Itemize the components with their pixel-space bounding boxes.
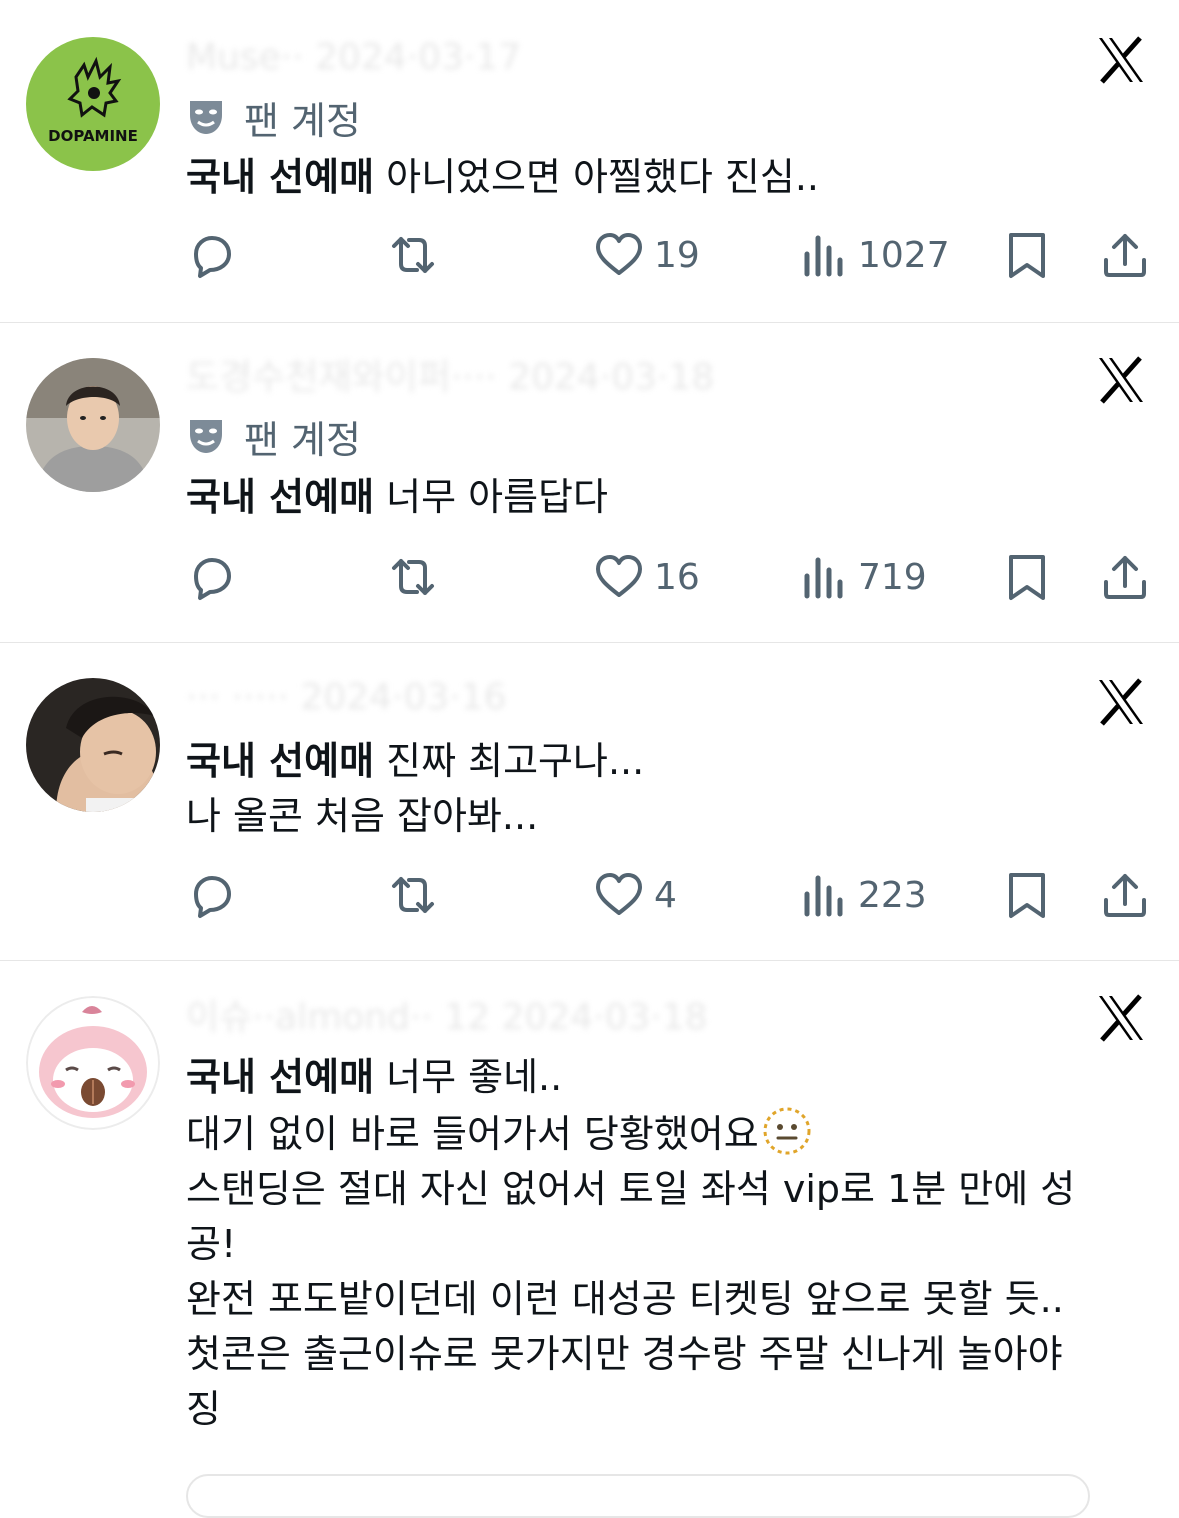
bookmark-icon	[1009, 233, 1045, 278]
tweet-line: 스탠딩은 절대 자신 없어서 토일 좌석 vip로 1분 만에 성	[186, 1167, 1076, 1211]
bold-keyword: 국내 선예매	[186, 1055, 375, 1099]
reply-button[interactable]	[186, 870, 236, 920]
bold-keyword: 국내 선예매	[186, 155, 375, 199]
reply-icon	[194, 236, 231, 278]
tweet-card[interactable]: DOPAMINE Muse·· 2024·03·17 팬 계정 국내 선예매 아…	[0, 0, 1179, 323]
views-icon	[804, 557, 843, 599]
view-count: 719	[858, 556, 927, 598]
share-button[interactable]	[1100, 870, 1150, 920]
like-button[interactable]: 16	[594, 552, 700, 602]
heart-icon	[596, 873, 642, 915]
tweet-line: 너무 좋네..	[374, 1055, 563, 1099]
view-count: 223	[858, 874, 927, 916]
share-button[interactable]	[1100, 230, 1150, 280]
views-button[interactable]: 223	[798, 870, 927, 920]
heart-icon	[596, 233, 642, 275]
bookmark-icon	[1009, 555, 1045, 600]
reply-button[interactable]	[186, 552, 236, 602]
views-icon	[804, 235, 843, 277]
bookmark-button[interactable]	[1002, 870, 1052, 920]
tweet-card[interactable]: 이슈··almond·· 12 2024·03·18 국내 선예매 너무 좋네.…	[0, 960, 1179, 1488]
tweet-actions: 4 223	[186, 870, 1156, 920]
like-count: 4	[654, 874, 677, 916]
tweet-text: 국내 선예매 아니었으면 아찔했다 진심..	[186, 150, 1166, 205]
reply-icon	[194, 558, 231, 600]
tweet-actions: 16 719	[186, 552, 1156, 602]
repost-button[interactable]	[388, 870, 438, 920]
share-icon	[1104, 874, 1146, 917]
dopamine-logo-avatar: DOPAMINE	[26, 37, 160, 171]
fan-account-badge: 팬 계정	[186, 93, 361, 143]
fan-account-mask-icon	[190, 420, 222, 453]
tweet-line: 진짜 최고구나...	[374, 739, 645, 783]
like-button[interactable]: 19	[594, 230, 700, 280]
reply-button[interactable]	[186, 230, 236, 280]
bookmark-button[interactable]	[1002, 230, 1052, 280]
like-count: 16	[654, 556, 700, 598]
tweet-line: 아니었으면 아찔했다 진심..	[374, 155, 819, 199]
bookmark-button[interactable]	[1002, 552, 1052, 602]
like-count: 19	[654, 234, 700, 276]
views-button[interactable]: 1027	[798, 230, 950, 280]
reply-icon	[194, 876, 231, 918]
peach-character-avatar	[26, 996, 160, 1130]
fan-account-mask-icon	[190, 101, 222, 134]
tweet-card[interactable]: 도경수천재와이퍼···· 2024·03·18 팬 계정 국내 선예매 너무 아…	[0, 322, 1179, 643]
repost-button[interactable]	[388, 552, 438, 602]
x-logo-icon	[1095, 34, 1147, 86]
tweet-line: 첫콘은 출근이슈로 못가지만 경수랑 주말 신나게 놀아야	[186, 1332, 1063, 1376]
media-preview-card[interactable]	[186, 1474, 1090, 1518]
share-icon	[1104, 556, 1146, 599]
tweet-line: 대기 없이 바로 들어가서 당황했어요	[186, 1112, 759, 1156]
avatar[interactable]	[26, 996, 160, 1130]
person-photo-avatar	[26, 678, 160, 812]
tweet-actions: 19 1027	[186, 230, 1156, 280]
fan-account-label: 팬 계정	[244, 417, 361, 462]
view-count: 1027	[858, 234, 950, 276]
heart-icon	[596, 555, 642, 597]
tweet-text: 국내 선예매 너무 좋네.. 대기 없이 바로 들어가서 당황했어요 스탠딩은 …	[186, 1050, 1166, 1437]
bookmark-icon	[1009, 873, 1045, 918]
dotted-line-face-emoji	[763, 1107, 811, 1155]
repost-icon	[392, 877, 434, 913]
blurred-handle: Muse·· 2024·03·17	[186, 38, 522, 78]
tweet-line: 나 올콘 처음 잡아봐...	[186, 794, 539, 838]
avatar[interactable]	[26, 678, 160, 812]
tweet-line: 너무 아름답다	[374, 475, 608, 519]
share-button[interactable]	[1100, 552, 1150, 602]
x-logo-icon	[1095, 354, 1147, 406]
svg-text:DOPAMINE: DOPAMINE	[48, 127, 138, 145]
blurred-handle: 도경수천재와이퍼···· 2024·03·18	[186, 358, 715, 398]
blurred-handle: ··· ····· 2024·03·16	[186, 678, 507, 718]
tweet-line: 공!	[186, 1222, 237, 1266]
avatar[interactable]: DOPAMINE	[26, 37, 160, 171]
repost-button[interactable]	[388, 230, 438, 280]
repost-icon	[392, 559, 434, 595]
bold-keyword: 국내 선예매	[186, 739, 375, 783]
tweet-card[interactable]: ··· ····· 2024·03·16 국내 선예매 진짜 최고구나... 나…	[0, 642, 1179, 961]
x-logo-icon	[1095, 676, 1147, 728]
fan-account-badge: 팬 계정	[186, 412, 361, 462]
tweet-text: 국내 선예매 진짜 최고구나... 나 올콘 처음 잡아봐...	[186, 734, 1166, 844]
blurred-handle: 이슈··almond·· 12 2024·03·18	[186, 998, 708, 1038]
tweet-line: 징	[186, 1387, 221, 1431]
views-icon	[804, 875, 843, 917]
x-logo-icon	[1095, 992, 1147, 1044]
share-icon	[1104, 234, 1146, 277]
like-button[interactable]: 4	[594, 870, 677, 920]
avatar[interactable]	[26, 358, 160, 492]
person-photo-avatar	[26, 358, 160, 492]
tweet-text: 국내 선예매 너무 아름답다	[186, 470, 1166, 525]
tweet-line: 완전 포도밭이던데 이런 대성공 티켓팅 앞으로 못할 듯..	[186, 1277, 1064, 1321]
views-button[interactable]: 719	[798, 552, 927, 602]
fan-account-label: 팬 계정	[244, 98, 361, 143]
bold-keyword: 국내 선예매	[186, 475, 375, 519]
repost-icon	[392, 237, 434, 273]
